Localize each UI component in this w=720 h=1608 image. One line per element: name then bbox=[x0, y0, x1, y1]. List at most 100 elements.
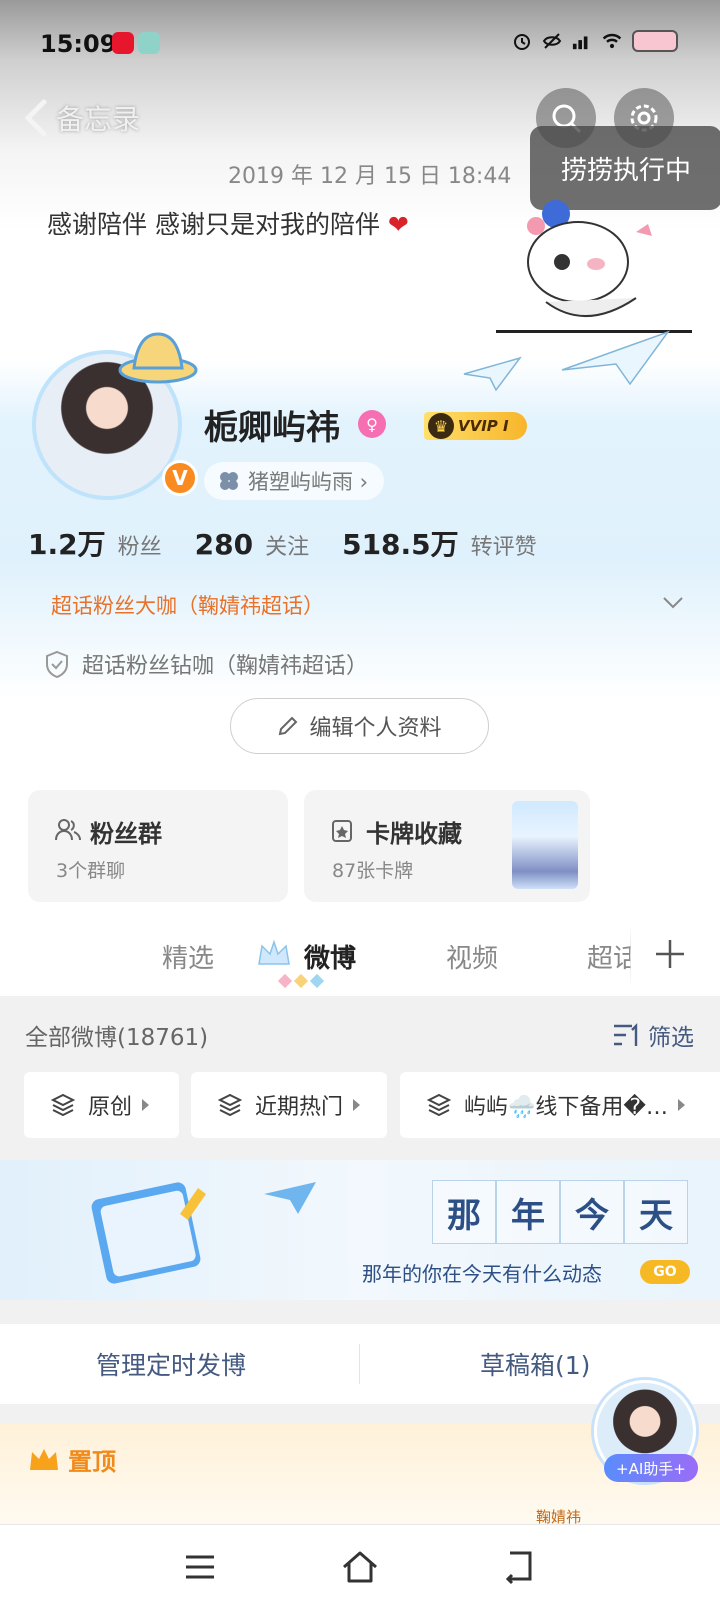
stat-label: 转评赞 bbox=[470, 535, 537, 560]
layers-icon bbox=[50, 1093, 76, 1117]
crown-icon: ♛ bbox=[428, 413, 454, 439]
chip-recent-hot[interactable]: 近期热门 bbox=[191, 1072, 387, 1138]
alarm-icon bbox=[512, 31, 532, 51]
back-nav-icon[interactable] bbox=[500, 1547, 540, 1587]
title-char: 今 bbox=[560, 1180, 624, 1244]
filter-label: 筛选 bbox=[648, 1025, 694, 1051]
system-navigation-bar bbox=[0, 1524, 720, 1608]
caret-right-icon bbox=[353, 1099, 361, 1111]
on-this-day-subtitle: 那年的你在今天有什么动态 bbox=[362, 1262, 602, 1286]
chip-label: 原创 bbox=[88, 1095, 133, 1120]
paper-plane-icon bbox=[264, 1182, 316, 1214]
edit-profile-button[interactable]: 编辑个人资料 bbox=[230, 698, 489, 754]
status-time: 15:09 bbox=[40, 30, 117, 58]
sticker-illustration bbox=[527, 200, 652, 318]
eye-off-icon bbox=[542, 31, 562, 51]
back-label: 备忘录 bbox=[56, 103, 141, 136]
menu-icon[interactable] bbox=[180, 1547, 220, 1587]
scheduled-posts-button[interactable]: 管理定时发博 bbox=[96, 1346, 246, 1382]
chip-label: 屿屿🌧️线下备用�… bbox=[464, 1095, 668, 1120]
superfan-secondary[interactable]: 超话粉丝钻咖（鞠婧祎超话） bbox=[44, 648, 368, 680]
card-collection-icon bbox=[332, 820, 352, 842]
battery-icon bbox=[632, 30, 678, 52]
title-char: 那 bbox=[432, 1180, 496, 1244]
tab-weibo[interactable]: 微博 bbox=[304, 938, 356, 975]
layers-icon bbox=[426, 1093, 452, 1117]
supertopic-tag[interactable]: 猪塑屿屿雨 › bbox=[204, 462, 385, 500]
stat-following[interactable]: 280 关注 bbox=[195, 528, 309, 561]
vip-label: VVIP Ⅰ bbox=[458, 417, 509, 435]
filter-button[interactable]: 筛选 bbox=[612, 1018, 694, 1052]
go-button[interactable]: GO bbox=[640, 1260, 690, 1284]
calendar-illustration bbox=[91, 1182, 206, 1284]
title-char: 天 bbox=[624, 1180, 688, 1244]
caret-right-icon bbox=[677, 1099, 685, 1111]
paper-plane-icon bbox=[463, 356, 522, 392]
tab-indicator bbox=[277, 973, 325, 989]
all-posts-count: 全部微博(18761) bbox=[25, 1025, 209, 1051]
chip-label: 近期热门 bbox=[255, 1095, 344, 1120]
fan-group-card[interactable]: 粉丝群 3个群聊 bbox=[28, 790, 288, 902]
profile-tabs: 精选 微博 视频 超话 bbox=[0, 930, 720, 986]
shield-icon bbox=[46, 650, 68, 678]
card-title: 卡牌收藏 bbox=[366, 820, 462, 848]
edit-profile-label: 编辑个人资料 bbox=[309, 716, 442, 741]
status-app-icons bbox=[112, 32, 160, 54]
clover-icon bbox=[220, 472, 238, 490]
signal-icon bbox=[572, 31, 592, 51]
plus-icon[interactable] bbox=[652, 936, 688, 972]
chip-original[interactable]: 原创 bbox=[24, 1072, 179, 1138]
tab-supertopic[interactable]: 超话 bbox=[587, 938, 631, 975]
people-icon bbox=[55, 819, 81, 841]
pinned-label: 置顶 bbox=[28, 1442, 116, 1477]
app-icon bbox=[138, 32, 160, 54]
post-text-content: 感谢陪伴 感谢只是对我的陪伴 bbox=[47, 210, 380, 239]
vip-badge[interactable]: ♛ VVIP Ⅰ bbox=[424, 412, 527, 440]
wifi-icon bbox=[602, 31, 622, 51]
ai-assistant-label[interactable]: +AI助手+ bbox=[604, 1454, 698, 1482]
profile-stats: 1.2万 粉丝 280 关注 518.5万 转评赞 bbox=[28, 523, 570, 563]
heart-icon: ❤ bbox=[387, 210, 409, 239]
stat-number: 280 bbox=[194, 528, 254, 561]
stat-engagement[interactable]: 518.5万 转评赞 bbox=[342, 523, 537, 563]
female-icon: ♀ bbox=[358, 410, 386, 438]
back-button[interactable]: 备忘录 bbox=[22, 98, 140, 138]
pencil-icon bbox=[279, 716, 298, 736]
paper-plane-icon bbox=[561, 330, 670, 386]
tab-featured[interactable]: 精选 bbox=[162, 938, 214, 975]
tab-divider bbox=[630, 926, 631, 986]
status-bar: 15:09 bbox=[0, 0, 720, 80]
crown-icon bbox=[30, 1448, 58, 1470]
home-icon[interactable] bbox=[340, 1547, 380, 1587]
superfan-secondary-label: 超话粉丝钻咖（鞠婧祎超话） bbox=[82, 654, 369, 679]
supertopic-label: 猪塑屿屿雨 › bbox=[248, 470, 369, 494]
drafts-button[interactable]: 草稿箱(1) bbox=[480, 1346, 590, 1382]
superfan-primary[interactable]: 超话粉丝大咖（鞠婧祎超话） bbox=[51, 590, 324, 620]
card-subtitle: 3个群聊 bbox=[56, 860, 126, 882]
username: 栀卿屿祎 bbox=[204, 408, 340, 448]
post-text: 感谢陪伴 感谢只是对我的陪伴 ❤ bbox=[47, 205, 409, 241]
status-indicators bbox=[512, 30, 678, 52]
on-this-day-title: 那 年 今 天 bbox=[432, 1180, 688, 1244]
post-date: 2019 年 12 月 15 日 18:44 bbox=[228, 164, 512, 189]
hat-decoration bbox=[118, 332, 198, 384]
stat-followers[interactable]: 1.2万 粉丝 bbox=[28, 523, 162, 563]
stat-label: 关注 bbox=[265, 535, 310, 560]
chip-custom-group[interactable]: 屿屿🌧️线下备用�… bbox=[400, 1072, 720, 1138]
tab-video[interactable]: 视频 bbox=[446, 938, 498, 975]
stat-number: 1.2万 bbox=[28, 528, 106, 561]
chevron-down-icon[interactable] bbox=[662, 596, 684, 610]
stat-number: 518.5万 bbox=[342, 528, 459, 561]
caret-right-icon bbox=[142, 1099, 150, 1111]
card-title: 粉丝群 bbox=[90, 820, 162, 848]
filter-icon bbox=[614, 1023, 638, 1046]
weibo-icon bbox=[112, 32, 134, 54]
chevron-left-icon bbox=[24, 99, 47, 137]
card-thumbnail[interactable] bbox=[512, 801, 578, 889]
title-char: 年 bbox=[496, 1180, 560, 1244]
stat-label: 粉丝 bbox=[117, 535, 162, 560]
layers-icon bbox=[217, 1093, 243, 1117]
crown-icon bbox=[258, 939, 290, 965]
avatar-frame[interactable]: V bbox=[22, 330, 198, 500]
verified-badge: V bbox=[162, 460, 198, 496]
